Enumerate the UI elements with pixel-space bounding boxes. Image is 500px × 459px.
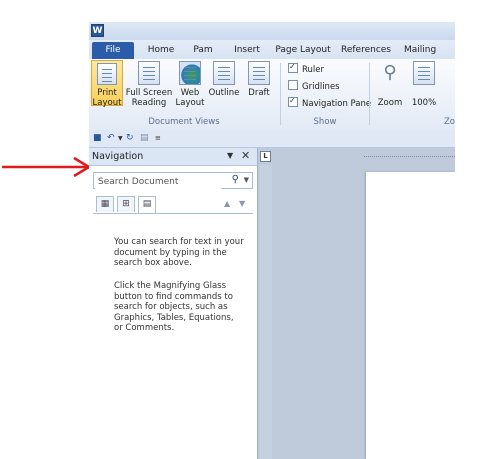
- full-screen-reading-icon: [138, 61, 160, 85]
- undo-icon[interactable]: ↶: [107, 133, 115, 144]
- horizontal-ruler: [364, 156, 455, 163]
- draft-icon: [248, 61, 270, 85]
- tab-pam[interactable]: Pam: [190, 43, 216, 59]
- outline-button[interactable]: Outline: [207, 61, 241, 98]
- ruler-checkbox-box[interactable]: [288, 61, 298, 73]
- pane-menu-icon[interactable]: ▼: [227, 151, 233, 160]
- tab-page-layout[interactable]: Page Layout: [275, 43, 331, 59]
- document-area: L: [258, 148, 455, 459]
- gridlines-checkbox[interactable]: Gridlines: [288, 80, 340, 92]
- next-result-icon[interactable]: ▼: [239, 199, 245, 208]
- print-layout-button[interactable]: Print Layout: [91, 60, 123, 108]
- navigation-pane-checkbox-box[interactable]: [288, 95, 298, 107]
- vertical-ruler: [260, 165, 272, 459]
- magnifying-glass-help-text: Click the Magnifying Glass button to fin…: [114, 281, 234, 333]
- browse-headings-tab-icon[interactable]: ▦: [96, 196, 114, 212]
- print-preview-icon[interactable]: ▤: [140, 133, 149, 144]
- navigation-pane: Navigation ▼ ✕ ⚲ ▼ ▦ ⊞ ▤ ▲ ▼ You can sea…: [89, 148, 258, 459]
- search-help-text: You can search for text in your document…: [114, 237, 244, 268]
- browse-results-tab-icon[interactable]: ▤: [138, 196, 156, 213]
- save-icon[interactable]: ■: [93, 133, 102, 144]
- show-group-label: Show: [313, 117, 337, 127]
- web-layout-button[interactable]: Web Layout: [175, 61, 205, 108]
- quick-access-toolbar: ■ ↶ ▼ ↻ ▤ ≡: [89, 130, 455, 148]
- magnifier-icon: ⚲: [383, 62, 397, 83]
- navigation-pane-header: Navigation ▼ ✕: [89, 148, 257, 166]
- outline-icon: [213, 61, 235, 85]
- tab-references[interactable]: References: [339, 43, 393, 59]
- tab-file[interactable]: File: [92, 42, 134, 59]
- print-layout-icon: [97, 63, 117, 85]
- tab-mailings[interactable]: Mailing: [404, 43, 454, 59]
- tab-home[interactable]: Home: [144, 43, 178, 59]
- page-100-icon: [413, 61, 435, 85]
- word-icon[interactable]: W: [91, 24, 104, 37]
- search-icon[interactable]: ⚲: [232, 174, 239, 185]
- gridlines-checkbox-box[interactable]: [288, 80, 298, 90]
- browse-pages-tab-icon[interactable]: ⊞: [117, 196, 135, 212]
- tab-insert[interactable]: Insert: [231, 43, 263, 59]
- navigation-pane-checkbox[interactable]: Navigation Pane: [288, 95, 371, 109]
- ribbon: Print Layout Full Screen Reading Web Lay…: [89, 59, 455, 131]
- ribbon-tabs: File Home Pam Insert Page Layout Referen…: [89, 40, 455, 60]
- group-separator: [280, 63, 281, 125]
- web-layout-icon: [179, 61, 201, 85]
- draft-button[interactable]: Draft: [243, 61, 275, 98]
- zoom-group-label: Zo: [443, 117, 455, 127]
- group-separator: [369, 63, 370, 125]
- navigation-pane-title: Navigation: [92, 151, 144, 162]
- document-views-group-label: Document Views: [148, 117, 220, 127]
- search-document-input[interactable]: [95, 174, 221, 189]
- customize-toolbar-icon[interactable]: ≡: [155, 133, 161, 144]
- full-screen-reading-button[interactable]: Full Screen Reading: [125, 61, 173, 108]
- close-icon[interactable]: ✕: [241, 149, 250, 162]
- search-options-dropdown-icon[interactable]: ▼: [244, 176, 249, 184]
- zoom-button[interactable]: ⚲ Zoom: [375, 61, 405, 108]
- navigation-view-tabs: ▦ ⊞ ▤ ▲ ▼: [93, 196, 253, 214]
- title-bar: W: [89, 22, 455, 40]
- document-page[interactable]: [366, 172, 455, 459]
- word-window: W File Home Pam Insert Page Layout Refer…: [89, 22, 455, 459]
- zoom-100-button[interactable]: 100%: [409, 61, 439, 108]
- tab-selector-button[interactable]: L: [260, 151, 271, 162]
- redo-icon[interactable]: ↻: [126, 133, 134, 144]
- undo-dropdown-icon[interactable]: ▼: [118, 133, 123, 144]
- search-box[interactable]: ⚲ ▼: [93, 172, 253, 189]
- ruler-checkbox[interactable]: Ruler: [288, 61, 324, 75]
- previous-result-icon[interactable]: ▲: [224, 199, 230, 208]
